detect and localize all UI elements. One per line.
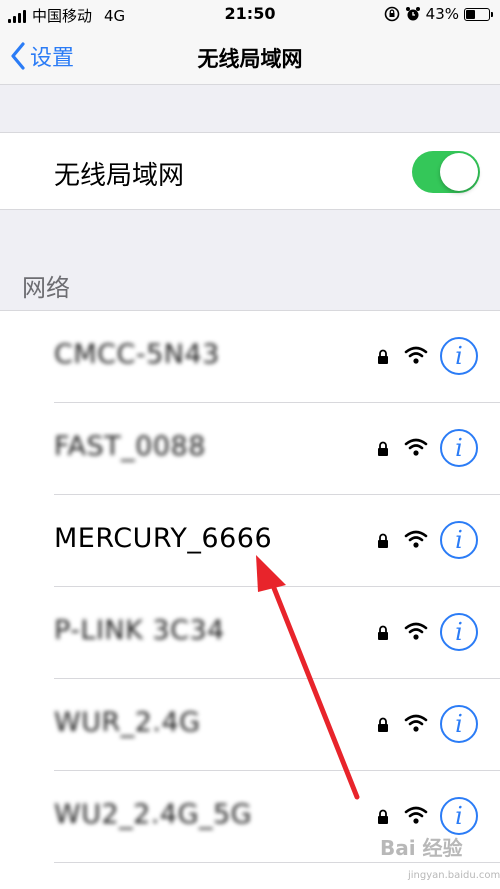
battery-percent: 43% (425, 5, 459, 23)
network-name: FAST_0088 (54, 431, 206, 462)
network-row[interactable]: MERCURY_6666 i (0, 495, 500, 587)
status-bar: 中国移动 4G 21:50 43% (0, 0, 500, 30)
lock-icon (378, 441, 388, 456)
info-icon[interactable]: i (440, 797, 478, 835)
network-row[interactable]: P-LINK 3C34 i (0, 587, 500, 679)
wifi-signal-icon (404, 714, 428, 732)
lock-icon (378, 717, 388, 732)
info-icon[interactable]: i (440, 705, 478, 743)
info-icon[interactable]: i (440, 613, 478, 651)
network-list: CMCC-5N43 i FAST_0088 i MERCURY_6666 i P-LINK … (0, 310, 500, 889)
network-name: WUR_2.4G (54, 707, 201, 738)
watermark-logo: Bai 经验 (380, 836, 463, 860)
lock-icon (378, 533, 388, 548)
battery-level (466, 9, 476, 19)
network-name: MERCURY_6666 (54, 523, 273, 554)
wifi-toggle-label: 无线局域网 (54, 161, 185, 191)
network-row[interactable]: FAST_0088 i (0, 403, 500, 495)
wifi-switch[interactable] (412, 151, 480, 193)
wifi-signal-icon (404, 530, 428, 548)
wifi-signal-icon (404, 622, 428, 640)
network-name: P-LINK 3C34 (54, 615, 225, 646)
networks-section-header: 网络 (22, 274, 70, 302)
lock-icon (378, 349, 388, 364)
wifi-signal-icon (404, 438, 428, 456)
status-right: 43% (384, 5, 493, 23)
lock-icon (378, 625, 388, 640)
switch-knob (440, 153, 478, 191)
network-row[interactable]: CMCC-5N43 i (0, 311, 500, 403)
info-icon[interactable]: i (440, 521, 478, 559)
alarm-icon (405, 7, 420, 21)
wifi-signal-icon (404, 346, 428, 364)
info-icon[interactable]: i (440, 337, 478, 375)
wifi-signal-icon (404, 806, 428, 824)
info-icon[interactable]: i (440, 429, 478, 467)
lock-icon (378, 809, 388, 824)
network-name: CMCC-5N43 (54, 339, 220, 370)
watermark-url: jingyan.baidu.com (408, 870, 500, 881)
network-row[interactable]: WUR_2.4G i (0, 679, 500, 771)
page-title: 无线局域网 (197, 47, 303, 71)
row-divider (54, 862, 500, 863)
navigation-bar: 设置 无线局域网 (0, 30, 500, 85)
battery-icon (464, 7, 493, 21)
network-name: WU2_2.4G_5G (54, 799, 253, 830)
rotation-lock-icon (384, 6, 399, 22)
